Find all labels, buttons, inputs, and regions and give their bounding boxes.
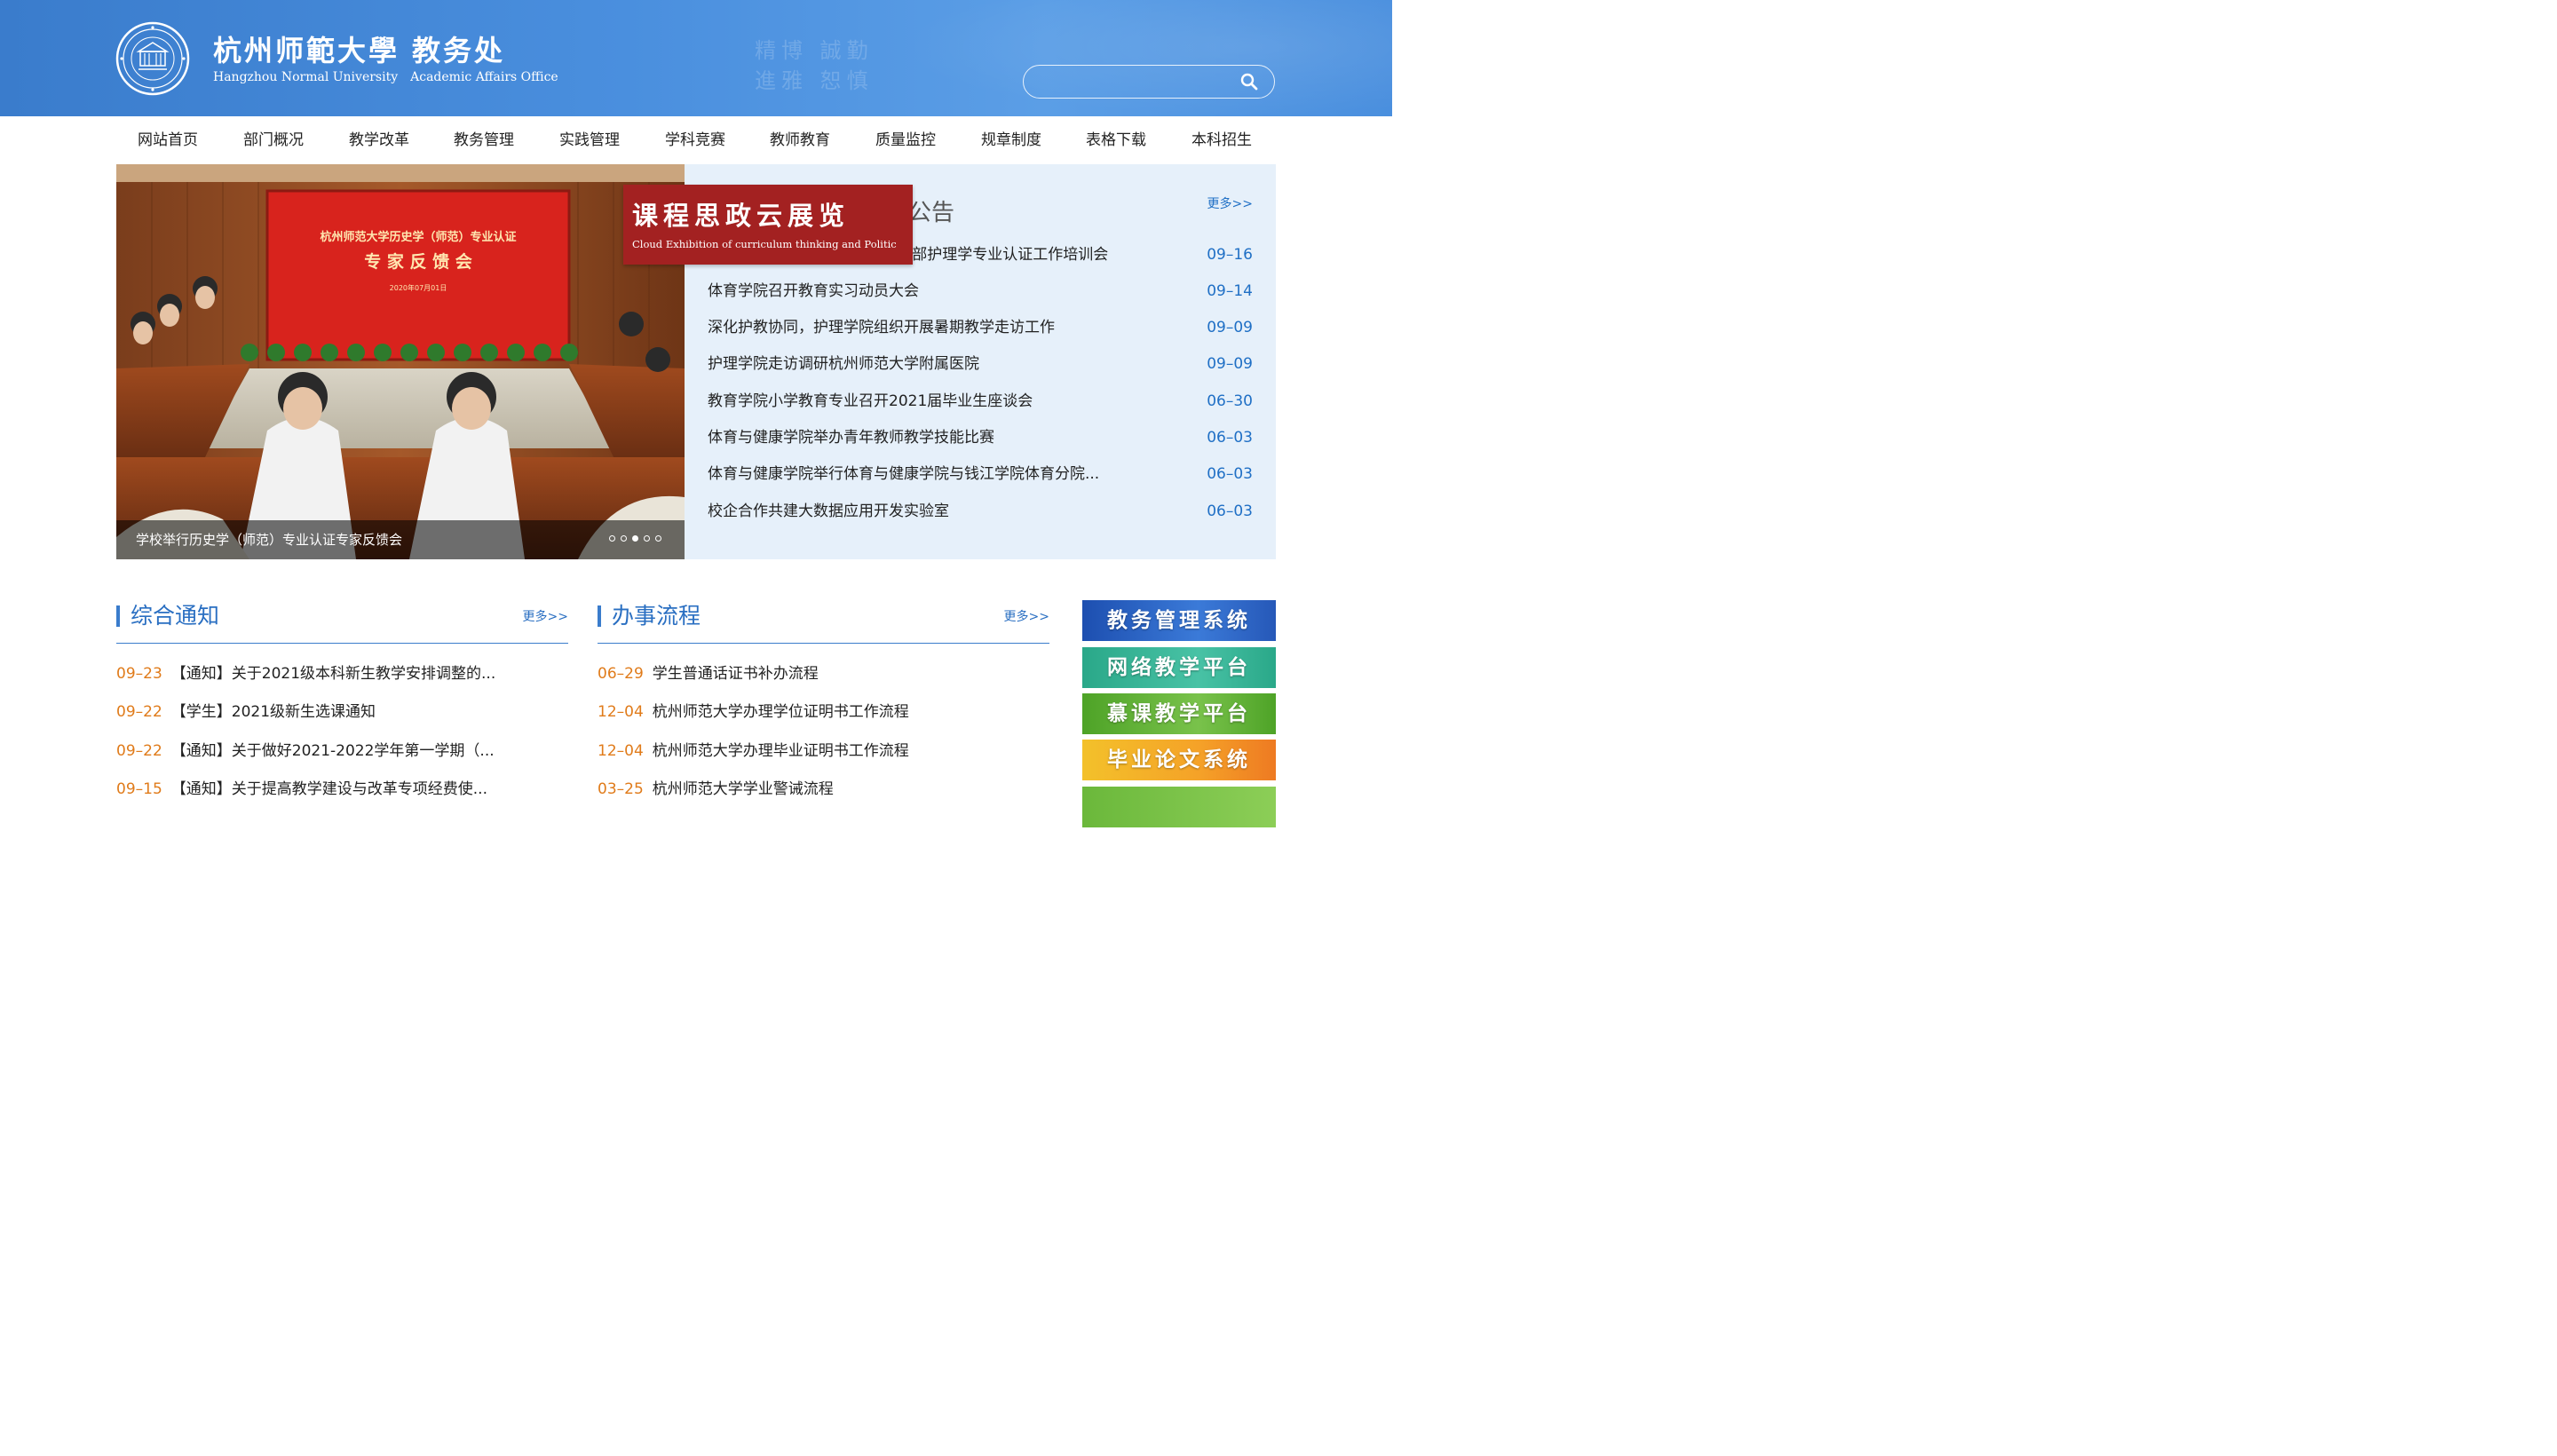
list-item[interactable]: 教育学院小学教育专业召开2021届毕业生座谈会 06–30 <box>708 388 1253 415</box>
nav-item-regulations[interactable]: 规章制度 <box>981 116 1041 164</box>
nav-item-forms[interactable]: 表格下载 <box>1086 116 1146 164</box>
screen-line-1: 杭州师范大学历史学（师范）专业认证 <box>320 230 516 244</box>
university-name-en: Hangzhou Normal University <box>213 70 399 84</box>
list-item[interactable]: 校企合作共建大数据应用开发实验室 06–03 <box>708 498 1253 525</box>
search-icon[interactable] <box>1240 73 1258 91</box>
banner-subtitle: Cloud Exhibition of curriculum thinking … <box>632 238 897 250</box>
site-title-en: Hangzhou Normal University Academic Affai… <box>213 70 558 84</box>
nav-item-competition[interactable]: 学科竞赛 <box>665 116 725 164</box>
notices-title: 综合通知 <box>131 603 220 629</box>
search-box <box>1023 65 1275 99</box>
office-name-en: Academic Affairs Office <box>410 70 558 84</box>
slider-dot[interactable] <box>655 535 661 542</box>
table-row[interactable]: 09–23 【通知】关于2021级本科新生教学安排调整的... <box>116 661 568 687</box>
nav-item-teacher-education[interactable]: 教师教育 <box>770 116 830 164</box>
university-seal-logo[interactable] <box>115 21 190 96</box>
announcement-title: 公告 <box>908 200 955 226</box>
thesis-system-button[interactable]: 毕业论文系统 <box>1082 740 1276 780</box>
list-item[interactable]: 体育与健康学院举行体育与健康学院与钱江学院体育分院... 06–03 <box>708 461 1253 487</box>
list-item[interactable]: 体育学院召开教育实习动员大会 09–14 <box>708 278 1253 305</box>
nav-item-quality[interactable]: 质量监控 <box>875 116 936 164</box>
office-name-cn: 教务处 <box>412 34 506 67</box>
procedures-title: 办事流程 <box>612 603 701 629</box>
screen-line-2: 专 家 反 馈 会 <box>364 251 471 272</box>
table-row[interactable]: 09–22 【学生】2021级新生选课通知 <box>116 699 568 725</box>
notices-header: 综合通知 更多>> <box>116 600 568 644</box>
section-marker <box>598 605 601 627</box>
university-name-cn: 杭州师範大學 <box>213 34 400 67</box>
list-item[interactable]: 深化护教协同，护理学院组织开展暑期教学走访工作 09–09 <box>708 314 1253 341</box>
table-row[interactable]: 12–04 杭州师范大学办理学位证明书工作流程 <box>598 699 1049 725</box>
news-slider[interactable]: 杭州师范大学历史学（师范）专业认证 专 家 反 馈 会 2020年07月01日 <box>116 164 685 559</box>
slider-dot[interactable] <box>609 535 615 542</box>
nav-item-home[interactable]: 网站首页 <box>138 116 198 164</box>
procedures-more-link[interactable]: 更多>> <box>1004 607 1049 625</box>
notices-more-link[interactable]: 更多>> <box>523 607 568 625</box>
nav-item-academic-admin[interactable]: 教务管理 <box>454 116 514 164</box>
slider-dot-active[interactable] <box>632 535 638 542</box>
list-item[interactable]: 体育与健康学院举办青年教师教学技能比赛 06–03 <box>708 424 1253 451</box>
site-title[interactable]: 杭州师範大學 教务处 <box>213 28 505 69</box>
academic-system-button[interactable]: 教务管理系统 <box>1082 600 1276 641</box>
slide-caption-bar: 学校举行历史学（师范）专业认证专家反馈会 <box>116 520 685 559</box>
mooc-platform-button[interactable]: 慕课教学平台 <box>1082 693 1276 734</box>
slider-dot[interactable] <box>644 535 650 542</box>
nav-item-admissions[interactable]: 本科招生 <box>1191 116 1252 164</box>
list-item[interactable]: 护理学院走访调研杭州师范大学附属医院 09–09 <box>708 351 1253 377</box>
banner-title: 课程思政云展览 <box>632 201 851 231</box>
table-row[interactable]: 06–29 学生普通话证书补办流程 <box>598 661 1049 687</box>
section-marker <box>116 605 120 627</box>
screen-line-3: 2020年07月01日 <box>390 283 447 292</box>
slide-photo[interactable]: 杭州师范大学历史学（师范）专业认证 专 家 反 馈 会 2020年07月01日 <box>116 164 685 559</box>
table-row[interactable]: 12–04 杭州师范大学办理毕业证明书工作流程 <box>598 738 1049 764</box>
nav-item-teaching-reform[interactable]: 教学改革 <box>349 116 409 164</box>
online-teaching-button[interactable]: 网络教学平台 <box>1082 647 1276 688</box>
cloud-exhibition-banner[interactable]: 课程思政云展览 Cloud Exhibition of curriculum t… <box>623 185 913 265</box>
main-nav: 网站首页 部门概况 教学改革 教务管理 实践管理 学科竞赛 教师教育 质量监控 … <box>115 116 1276 164</box>
slider-dot[interactable] <box>621 535 627 542</box>
site-header: 精博 誠勤 進雅 恕慎 杭州师範大學 教务处 Hangzhou Normal Uni… <box>0 0 1392 116</box>
nav-item-department[interactable]: 部门概况 <box>243 116 304 164</box>
header-decoration: 精博 誠勤 進雅 恕慎 <box>755 38 874 93</box>
slide-caption[interactable]: 学校举行历史学（师范）专业认证专家反馈会 <box>136 520 402 559</box>
table-row[interactable]: 09–22 【通知】关于做好2021-2022学年第一学期（... <box>116 738 568 764</box>
announcement-more-link[interactable]: 更多>> <box>1207 194 1253 212</box>
table-row[interactable]: 09–15 【通知】关于提高教学建设与改革专项经费使... <box>116 776 568 803</box>
search-input[interactable] <box>1036 71 1235 94</box>
procedures-header: 办事流程 更多>> <box>598 600 1049 644</box>
system-button[interactable] <box>1082 787 1276 827</box>
nav-item-practice[interactable]: 实践管理 <box>559 116 620 164</box>
table-row[interactable]: 03–25 杭州师范大学学业警诫流程 <box>598 776 1049 803</box>
